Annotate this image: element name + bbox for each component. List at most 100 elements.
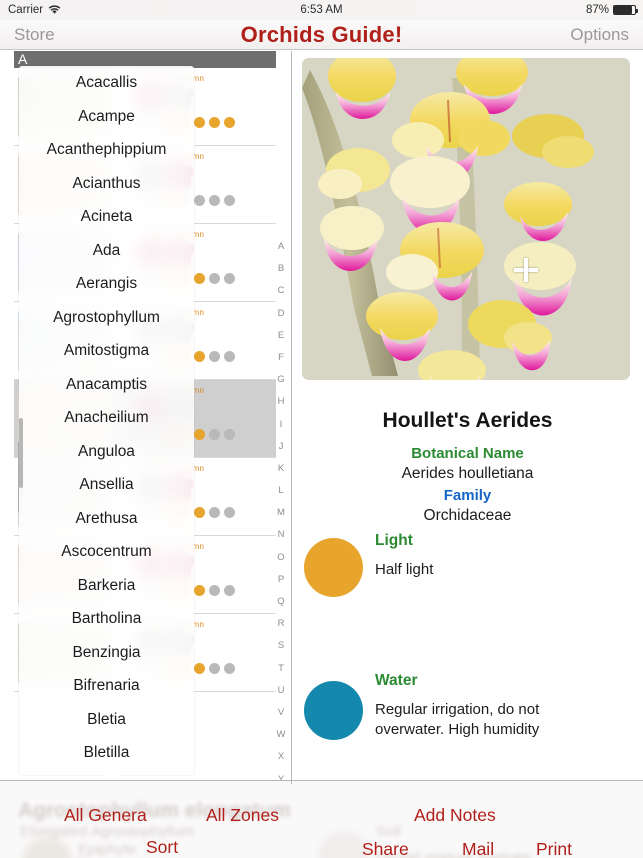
water-label: Water: [375, 672, 418, 689]
alphabet-index-u[interactable]: U: [278, 680, 285, 702]
toolbar-divider: [291, 781, 292, 784]
family-label: Family: [443, 487, 492, 504]
rating-dot: [223, 272, 235, 284]
alphabet-index-c[interactable]: C: [278, 280, 285, 302]
genus-list-item[interactable]: Acacallis: [19, 66, 194, 100]
genus-list-item[interactable]: Anacheilium: [19, 401, 194, 435]
rating-dot: [193, 584, 205, 596]
genus-list-item[interactable]: Anacamptis: [19, 368, 194, 402]
family-value: Orchidaceae: [423, 507, 512, 524]
app-window: Carrier 6:53 AM 87% Store Orchids Guide!…: [0, 0, 643, 858]
options-button[interactable]: Options: [570, 25, 629, 45]
orchid-photo[interactable]: [302, 58, 630, 380]
alphabet-index-t[interactable]: T: [278, 658, 284, 680]
light-indicator-circle: [304, 538, 363, 597]
ghost-soil-label: Soil: [376, 823, 402, 840]
genus-list-item[interactable]: Anguloa: [19, 435, 194, 469]
genus-list-item[interactable]: Ada: [19, 234, 194, 268]
page-title: Orchids Guide!: [240, 22, 403, 47]
sort-button[interactable]: Sort: [146, 837, 178, 858]
share-button[interactable]: Share: [362, 839, 409, 858]
alphabet-index-b[interactable]: B: [278, 258, 284, 280]
print-button[interactable]: Print: [536, 839, 572, 858]
rating-dot: [223, 662, 235, 674]
alphabet-index-d[interactable]: D: [278, 303, 285, 325]
all-genera-button[interactable]: All Genera: [64, 805, 147, 826]
rating-dot: [193, 428, 205, 440]
rating-dot: [208, 506, 220, 518]
rating-dot: [223, 584, 235, 596]
alphabet-index-s[interactable]: S: [278, 635, 284, 657]
popover-scroll-indicator[interactable]: [19, 418, 23, 488]
genus-list-item[interactable]: Acanthephippium: [19, 133, 194, 167]
battery-percent-label: 87%: [585, 4, 609, 16]
alphabet-index-n[interactable]: N: [278, 524, 285, 546]
alphabet-index-y[interactable]: Y: [278, 769, 284, 781]
alphabet-index-j[interactable]: J: [279, 436, 284, 458]
rating-dot: [193, 272, 205, 284]
rating-dot: [193, 194, 205, 206]
alphabet-index-v[interactable]: V: [278, 702, 284, 724]
all-genera-popover[interactable]: Acacallis Acampe Acanthephippium Acianthus A…: [19, 66, 194, 775]
alphabet-index-k[interactable]: K: [278, 458, 284, 480]
rating-dot: [208, 428, 220, 440]
alphabet-index-o[interactable]: O: [277, 547, 284, 569]
alphabet-index-h[interactable]: H: [278, 391, 285, 413]
add-notes-button[interactable]: Add Notes: [414, 805, 496, 826]
genera-list[interactable]: Acacallis Acampe Acanthephippium Acianthus A…: [19, 66, 194, 775]
ghost-thumb-circle: [22, 837, 72, 858]
genus-list-item[interactable]: Bartholina: [19, 602, 194, 636]
genus-list-item[interactable]: Aerangis: [19, 267, 194, 301]
alphabet-index-g[interactable]: G: [277, 369, 284, 391]
alphabet-index-e[interactable]: E: [278, 325, 284, 347]
genus-list-item[interactable]: Amitostigma: [19, 334, 194, 368]
status-bar-right: 87%: [585, 4, 638, 16]
alphabet-index-p[interactable]: P: [278, 569, 284, 591]
light-value: Half light: [375, 561, 434, 578]
mail-button[interactable]: Mail: [462, 839, 494, 858]
rating-dot: [223, 116, 235, 128]
genus-list-item[interactable]: Arethusa: [19, 502, 194, 536]
rating-dot: [208, 116, 220, 128]
genus-list-item[interactable]: Acineta: [19, 200, 194, 234]
status-bar-clock: 6:53 AM: [300, 4, 343, 16]
genus-list-item[interactable]: Ansellia: [19, 468, 194, 502]
alphabet-index-f[interactable]: F: [278, 347, 284, 369]
rating-dot: [223, 350, 235, 362]
bottom-toolbar: Agrostophyllum elongatum Elongated Agros…: [0, 780, 643, 858]
alphabet-index-w[interactable]: W: [277, 724, 286, 746]
alphabet-index-x[interactable]: X: [278, 746, 284, 768]
genus-list-item[interactable]: Acampe: [19, 100, 194, 134]
alphabet-index-m[interactable]: M: [277, 502, 285, 524]
botanical-name-label: Botanical Name: [411, 445, 524, 462]
genus-list-item[interactable]: Ascocentrum: [19, 535, 194, 569]
alphabet-index-q[interactable]: Q: [277, 591, 284, 613]
navigation-bar: Store Orchids Guide! Options: [0, 20, 643, 50]
genus-list-item[interactable]: Bifrenaria: [19, 669, 194, 703]
genus-list-item[interactable]: Barkeria: [19, 569, 194, 603]
rating-dot: [223, 506, 235, 518]
alphabet-index-l[interactable]: L: [278, 480, 283, 502]
plus-cursor-icon: [514, 258, 538, 282]
rating-dot: [223, 194, 235, 206]
all-zones-button[interactable]: All Zones: [206, 805, 279, 826]
water-value: Regular irrigation, do not overwater. Hi…: [375, 701, 540, 738]
rating-dot: [193, 116, 205, 128]
genus-list-item[interactable]: Agrostophyllum: [19, 301, 194, 335]
rating-dot: [193, 350, 205, 362]
ghost-habit: Epiphyte: [78, 841, 137, 858]
light-label: Light: [375, 532, 413, 549]
alphabet-index-i[interactable]: I: [280, 414, 283, 436]
battery-icon: [613, 5, 638, 15]
species-detail-pane: Houllet's Aerides Botanical Name Aerides…: [292, 51, 643, 780]
rating-dot: [193, 662, 205, 674]
rating-dot: [208, 272, 220, 284]
genus-list-item[interactable]: Bletia: [19, 703, 194, 737]
alphabet-index[interactable]: ABCDEFGHIJKLMNOPQRSTUVWXYZ#: [273, 236, 289, 780]
alphabet-index-r[interactable]: R: [278, 613, 285, 635]
genus-list-item[interactable]: Acianthus: [19, 167, 194, 201]
alphabet-index-a[interactable]: A: [278, 236, 284, 258]
rating-dot: [208, 194, 220, 206]
genus-list-item[interactable]: Bletilla: [19, 736, 194, 770]
genus-list-item[interactable]: Benzingia: [19, 636, 194, 670]
